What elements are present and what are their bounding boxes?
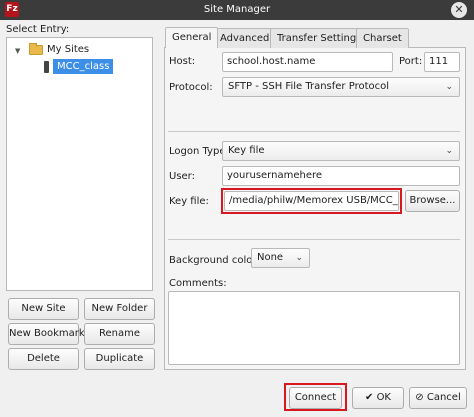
divider [168, 131, 460, 132]
host-input[interactable]: school.host.name [222, 52, 393, 72]
chevron-down-icon: ⌄ [295, 253, 303, 263]
background-color-value: None [257, 252, 284, 263]
server-icon [44, 61, 49, 73]
duplicate-button[interactable]: Duplicate [84, 348, 155, 370]
port-input[interactable]: 111 [424, 52, 460, 72]
delete-button[interactable]: Delete [8, 348, 79, 370]
divider [168, 239, 460, 240]
close-icon[interactable]: ✕ [451, 2, 467, 18]
rename-button[interactable]: Rename [84, 323, 155, 345]
key-file-label: Key file: [169, 196, 209, 207]
cancel-icon: ⊘ [415, 392, 424, 403]
logon-type-label: Logon Type: [169, 146, 229, 157]
tab-general[interactable]: General [165, 27, 219, 48]
background-color-select[interactable]: None ⌄ [251, 248, 310, 268]
tree-folder-my-sites[interactable]: My Sites [47, 44, 89, 55]
protocol-value: SFTP - SSH File Transfer Protocol [228, 81, 390, 92]
site-tree[interactable]: ▼ My Sites MCC_class [6, 37, 153, 291]
background-color-label: Background color: [169, 255, 260, 266]
tab-charset[interactable]: Charset [356, 28, 409, 48]
user-input[interactable]: yourusernamehere [222, 166, 460, 186]
user-label: User: [169, 171, 195, 182]
ok-label: OK [376, 392, 391, 403]
new-folder-button[interactable]: New Folder [84, 298, 155, 320]
host-label: Host: [169, 56, 196, 67]
connect-highlight [284, 383, 347, 411]
browse-button[interactable]: Browse... [405, 190, 460, 212]
tab-transfer-settings[interactable]: Transfer Settings [270, 28, 369, 48]
window-title: Site Manager [203, 4, 271, 15]
folder-icon [29, 43, 43, 55]
chevron-down-icon: ⌄ [445, 82, 453, 92]
key-file-highlight [221, 188, 402, 214]
logon-type-value: Key file [228, 145, 265, 156]
protocol-select[interactable]: SFTP - SSH File Transfer Protocol ⌄ [222, 77, 460, 97]
select-entry-label: Select Entry: [6, 24, 70, 35]
ok-button[interactable]: ✔ OK [352, 387, 404, 409]
cancel-button[interactable]: ⊘ Cancel [409, 387, 467, 409]
protocol-label: Protocol: [169, 82, 213, 93]
tab-advanced[interactable]: Advanced [213, 28, 277, 48]
new-bookmark-button[interactable]: New Bookmark [8, 323, 85, 345]
chevron-down-icon: ⌄ [445, 146, 453, 156]
checkmark-icon: ✔ [364, 392, 374, 403]
port-label: Port: [399, 56, 423, 67]
cancel-label: Cancel [426, 392, 461, 403]
title-bar: Fz Site Manager ✕ [0, 0, 474, 20]
comments-textarea[interactable] [168, 291, 460, 365]
logon-type-select[interactable]: Key file ⌄ [222, 141, 460, 161]
tree-item-mcc-class[interactable]: MCC_class [53, 59, 114, 74]
comments-label: Comments: [169, 278, 227, 289]
expand-arrow-icon[interactable]: ▼ [15, 47, 20, 55]
new-site-button[interactable]: New Site [8, 298, 79, 320]
